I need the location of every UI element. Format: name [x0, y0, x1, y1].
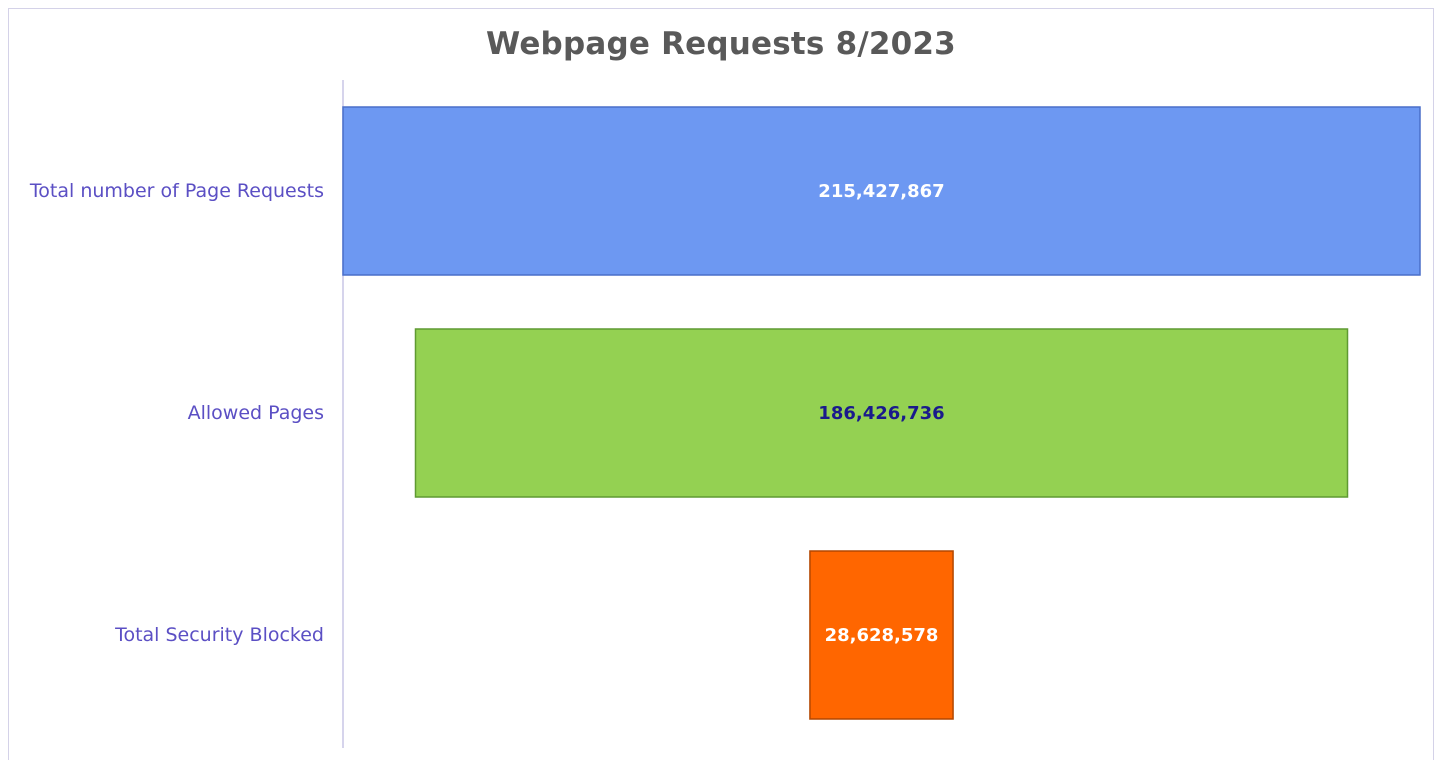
- category-labels-group: Total number of Page Requests Allowed Pag…: [29, 180, 324, 646]
- funnel-chart: Total number of Page Requests Allowed Pag…: [29, 80, 1421, 748]
- category-label: Total number of Page Requests: [29, 180, 324, 202]
- bar-value-label: 215,427,867: [818, 181, 944, 202]
- bar-value-label: 28,628,578: [825, 625, 939, 646]
- bar-value-label: 186,426,736: [818, 403, 944, 424]
- category-label: Total Security Blocked: [114, 624, 324, 646]
- category-label: Allowed Pages: [188, 402, 324, 424]
